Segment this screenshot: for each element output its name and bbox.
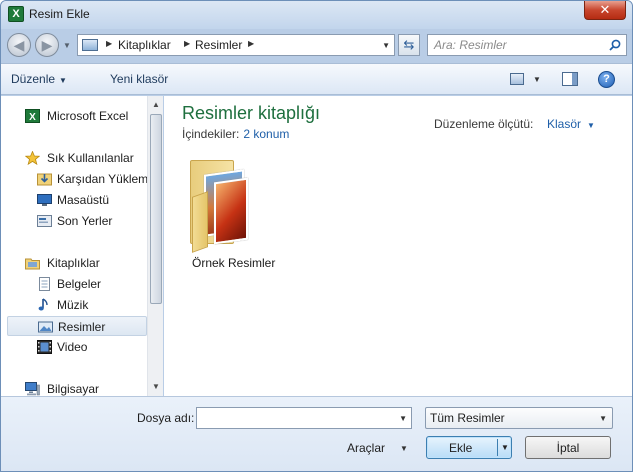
sidebar-item-microsoft-excel[interactable]: X Microsoft Excel (7, 106, 147, 126)
address-history-chevron-icon[interactable]: ▼ (382, 41, 390, 50)
svg-text:X: X (29, 112, 36, 123)
breadcrumb-chevron-icon[interactable]: ▶ (248, 39, 254, 48)
breadcrumb-libraries[interactable]: Kitaplıklar (118, 38, 171, 52)
desktop-icon (37, 194, 52, 206)
sidebar-item-video[interactable]: Video (7, 337, 147, 357)
arrange-by-label: Düzenleme ölçütü: (434, 117, 534, 131)
sidebar-item-label: Belgeler (57, 277, 102, 291)
insert-button[interactable]: Ekle ▼ (426, 436, 512, 459)
address-bar[interactable]: ▶ Kitaplıklar ▶ Resimler ▶ ▼ (77, 34, 395, 56)
sidebar-item-label: Microsoft Excel (47, 109, 129, 123)
organize-button[interactable]: Düzenle ▼ (11, 72, 67, 86)
command-toolbar: Düzenle ▼ Yeni klasör ▼ ? (1, 63, 632, 95)
organize-label: Düzenle (11, 72, 56, 86)
help-icon[interactable]: ? (598, 71, 615, 88)
sidebar-item-label: Video (57, 340, 88, 354)
sidebar-item-music[interactable]: Müzik (7, 295, 147, 315)
folder-front-icon (192, 191, 208, 253)
view-options-chevron-icon[interactable]: ▼ (533, 75, 541, 84)
scroll-up-icon[interactable]: ▲ (152, 100, 160, 109)
pictures-library-icon (82, 39, 98, 51)
sidebar-item-label: Müzik (57, 298, 89, 312)
search-input[interactable]: Ara: Resimler (427, 34, 627, 56)
includes-label: İçindekiler: (182, 127, 240, 141)
library-includes: İçindekiler: 2 konum (182, 127, 289, 141)
sidebar-item-label: Bilgisayar (47, 382, 100, 396)
navigation-pane: X Microsoft Excel Sık Kullanılanlar Karş… (1, 96, 163, 396)
sidebar-item-label: Resimler (58, 320, 106, 334)
new-folder-button[interactable]: Yeni klasör (110, 72, 168, 86)
scroll-down-icon[interactable]: ▼ (152, 382, 160, 391)
sidebar-item-documents[interactable]: Belgeler (7, 274, 147, 294)
sidebar-item-recent-places[interactable]: Son Yerler (7, 211, 147, 231)
sidebar-item-downloads[interactable]: Karşıdan Yüklem (7, 169, 149, 189)
tools-button[interactable]: Araçlar (347, 441, 385, 455)
tools-chevron-icon[interactable]: ▼ (400, 444, 408, 453)
search-icon[interactable] (609, 39, 621, 51)
pictures-icon (38, 321, 53, 333)
window-title: Resim Ekle (29, 7, 90, 21)
sidebar-item-desktop[interactable]: Masaüstü (7, 190, 147, 210)
documents-icon (39, 277, 50, 291)
sidebar-item-pictures[interactable]: Resimler (7, 316, 147, 336)
back-button[interactable]: ◀ (7, 33, 31, 57)
photo-thumbnail-icon (214, 177, 248, 245)
arrange-by-value: Klasör (547, 117, 582, 131)
computer-icon (25, 382, 40, 396)
filename-field[interactable]: ▼ (196, 407, 412, 429)
chevron-down-icon: ▼ (59, 76, 67, 85)
excel-icon: X (25, 109, 40, 123)
forward-button[interactable]: ▶ (35, 33, 59, 57)
file-item-sample-pictures[interactable] (186, 154, 252, 254)
sidebar-item-favorites[interactable]: Sık Kullanılanlar (7, 148, 147, 168)
filename-history-chevron-icon[interactable]: ▼ (399, 414, 407, 423)
recent-places-icon (37, 215, 52, 227)
navigation-scrollbar[interactable]: ▲ ▼ (147, 96, 163, 396)
sidebar-item-label: Masaüstü (57, 193, 110, 207)
star-icon (25, 151, 40, 165)
video-icon (37, 340, 52, 354)
library-title: Resimler kitaplığı (182, 103, 321, 123)
navigation-row: ◀ ▶ ▼ ▶ Kitaplıklar ▶ Resimler ▶ ▼ ⇆ Ara… (1, 29, 632, 61)
sidebar-item-label: Sık Kullanılanlar (47, 151, 134, 165)
filetype-select[interactable]: Tüm Resimler ▼ (425, 407, 613, 429)
cancel-button[interactable]: İptal (525, 436, 611, 459)
filename-label: Dosya adı: (137, 411, 195, 425)
sidebar-item-libraries[interactable]: Kitaplıklar (7, 253, 147, 273)
dialog-footer: Dosya adı: ▼ Tüm Resimler ▼ Araçlar ▼ Ek… (1, 396, 632, 471)
search-placeholder: Ara: Resimler (434, 38, 507, 52)
excel-icon: X (8, 6, 24, 22)
libraries-icon (25, 258, 40, 270)
filetype-value: Tüm Resimler (430, 411, 505, 425)
includes-locations-link[interactable]: 2 konum (243, 127, 289, 141)
insert-options-chevron-icon[interactable]: ▼ (501, 443, 509, 452)
refresh-button[interactable]: ⇆ (398, 34, 420, 56)
scrollbar-thumb[interactable] (150, 114, 162, 304)
music-icon (38, 298, 48, 311)
breadcrumb-chevron-icon[interactable]: ▶ (184, 39, 190, 48)
cancel-label: İptal (556, 441, 580, 455)
chevron-down-icon: ▼ (587, 121, 595, 130)
title-bar: X Resim Ekle ✕ (1, 1, 632, 29)
recent-pages-chevron-icon[interactable]: ▼ (63, 41, 71, 50)
preview-pane-icon[interactable] (562, 72, 578, 86)
close-button[interactable]: ✕ (584, 1, 626, 20)
breadcrumb-chevron-icon[interactable]: ▶ (106, 39, 112, 48)
sidebar-item-label: Karşıdan Yüklem (57, 172, 149, 186)
arrange-by-dropdown[interactable]: Klasör ▼ (547, 117, 595, 131)
sidebar-item-label: Son Yerler (57, 214, 113, 228)
breadcrumb-pictures[interactable]: Resimler (195, 38, 242, 52)
split-divider (497, 439, 498, 456)
dialog-window: X Resim Ekle ✕ ◀ ▶ ▼ ▶ Kitaplıklar ▶ Res… (0, 0, 633, 472)
insert-label: Ekle (449, 441, 473, 455)
file-list-area: Resimler kitaplığı İçindekiler: 2 konum D… (164, 96, 632, 396)
chevron-down-icon: ▼ (599, 414, 607, 423)
change-view-icon[interactable] (510, 73, 524, 85)
sidebar-item-label: Kitaplıklar (47, 256, 100, 270)
file-item-label[interactable]: Örnek Resimler (192, 256, 275, 270)
downloads-icon (37, 173, 52, 186)
